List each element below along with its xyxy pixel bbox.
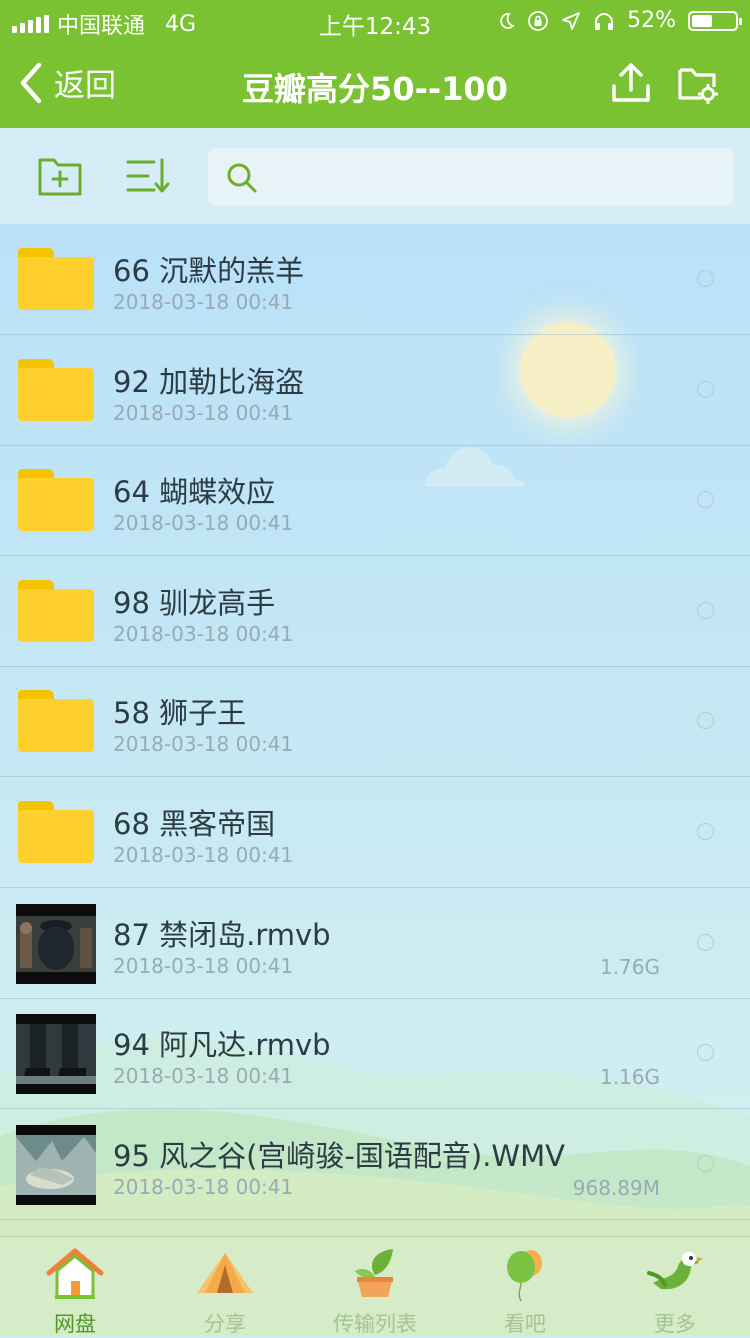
folder-row[interactable]: 64 蝴蝶效应 2018-03-18 00:41 xyxy=(0,445,750,557)
folder-icon xyxy=(18,801,94,863)
file-name: 98 驯龙高手 xyxy=(113,585,276,620)
file-name: 95 风之谷(宫崎骏-国语配音).WMV xyxy=(113,1138,565,1173)
file-size: 1.76G xyxy=(599,954,660,979)
file-date: 2018-03-18 00:41 xyxy=(113,953,294,978)
select-radio[interactable] xyxy=(697,823,714,840)
file-toolbar xyxy=(0,128,750,224)
location-icon xyxy=(562,11,580,30)
select-radio[interactable] xyxy=(697,380,714,398)
select-radio[interactable] xyxy=(697,601,714,619)
folder-icon xyxy=(18,469,94,532)
file-date: 2018-03-18 00:41 xyxy=(113,732,294,757)
folder-icon xyxy=(18,579,94,642)
folder-icon xyxy=(18,248,94,310)
sort-icon[interactable] xyxy=(126,158,170,194)
bottom-tab-bar: 网盘 分享 传输列表 看吧 更多 xyxy=(0,1236,750,1336)
video-thumbnail xyxy=(16,1014,96,1095)
file-name: 92 加勒比海盗 xyxy=(113,364,305,399)
file-size: 1.16G xyxy=(599,1065,660,1090)
tab-watch[interactable]: 看吧 xyxy=(450,1237,600,1336)
search-input[interactable] xyxy=(208,148,734,206)
tab-share[interactable]: 分享 xyxy=(150,1237,300,1336)
status-bar: 中国联通 4G 上午12:43 52% xyxy=(0,0,750,42)
select-radio[interactable] xyxy=(697,491,714,509)
new-folder-icon[interactable] xyxy=(38,156,82,196)
file-row[interactable]: 95 风之谷(宫崎骏-国语配音).WMV 2018-03-18 00:41 968.… xyxy=(0,1109,750,1220)
tab-more[interactable]: 更多 xyxy=(600,1237,750,1336)
folder-icon xyxy=(18,690,94,753)
file-date: 2018-03-18 00:41 xyxy=(113,511,294,536)
select-radio[interactable] xyxy=(697,1154,714,1172)
file-list[interactable]: 66 沉默的羔羊 2018-03-18 00:41 92 加勒比海盗 2018-03-… xyxy=(0,224,750,1236)
search-icon xyxy=(227,163,257,193)
file-date: 2018-03-18 00:41 xyxy=(113,400,294,425)
file-row[interactable]: 94 阿凡达.rmvb 2018-03-18 00:41 1.16G xyxy=(0,998,750,1110)
top-bar: 中国联通 4G 上午12:43 52% 返回 豆瓣高分50--100 xyxy=(0,0,750,128)
house-icon xyxy=(46,1248,104,1299)
file-name: 94 阿凡达.rmvb xyxy=(113,1028,331,1063)
balloon-icon xyxy=(507,1250,542,1302)
headphones-icon xyxy=(595,12,614,30)
file-date: 2018-03-18 00:41 xyxy=(113,621,294,646)
file-date: 2018-03-18 00:41 xyxy=(113,1064,294,1089)
video-thumbnail xyxy=(16,1124,96,1205)
file-size: 968.89M xyxy=(572,1175,660,1200)
file-name: 68 黑客帝国 xyxy=(113,807,276,841)
status-icons: 52% xyxy=(497,8,742,33)
file-name: 64 蝴蝶效应 xyxy=(113,475,276,510)
file-name: 58 狮子王 xyxy=(113,696,247,731)
folder-settings-icon[interactable] xyxy=(678,62,718,104)
folder-row[interactable]: 98 驯龙高手 2018-03-18 00:41 xyxy=(0,556,750,667)
file-date: 2018-03-18 00:41 xyxy=(113,843,294,867)
select-radio[interactable] xyxy=(697,933,714,951)
file-name: 66 沉默的羔羊 xyxy=(113,254,305,288)
folder-row[interactable]: 68 黑客帝国 2018-03-18 00:41 xyxy=(0,777,750,888)
video-thumbnail xyxy=(16,903,96,984)
navigation-bar: 返回 豆瓣高分50--100 xyxy=(0,42,750,128)
bird-icon xyxy=(647,1252,703,1290)
select-radio[interactable] xyxy=(697,270,714,287)
file-name: 87 禁闭岛.rmvb xyxy=(113,917,331,952)
moon-icon xyxy=(500,12,515,29)
rotation-lock-icon xyxy=(528,10,548,31)
folder-row[interactable]: 92 加勒比海盗 2018-03-18 00:41 xyxy=(0,335,750,446)
battery-percent: 52% xyxy=(627,8,676,33)
file-date: 2018-03-18 00:41 xyxy=(113,1174,294,1199)
select-radio[interactable] xyxy=(697,1044,714,1062)
folder-row[interactable]: 58 狮子王 2018-03-18 00:41 xyxy=(0,666,750,778)
folder-icon xyxy=(18,358,94,421)
tent-icon xyxy=(197,1253,253,1293)
file-row[interactable]: 87 禁闭岛.rmvb 2018-03-18 00:41 1.76G xyxy=(0,888,750,999)
battery-icon xyxy=(688,10,742,31)
tab-netdisk[interactable]: 网盘 xyxy=(0,1237,150,1336)
file-date: 2018-03-18 00:41 xyxy=(113,290,294,314)
folder-row[interactable]: 66 沉默的羔羊 2018-03-18 00:41 xyxy=(0,224,750,335)
plant-pot-icon xyxy=(355,1249,393,1297)
tab-transfer-list[interactable]: 传输列表 xyxy=(300,1237,450,1336)
select-radio[interactable] xyxy=(697,712,714,730)
upload-icon[interactable] xyxy=(611,62,651,104)
